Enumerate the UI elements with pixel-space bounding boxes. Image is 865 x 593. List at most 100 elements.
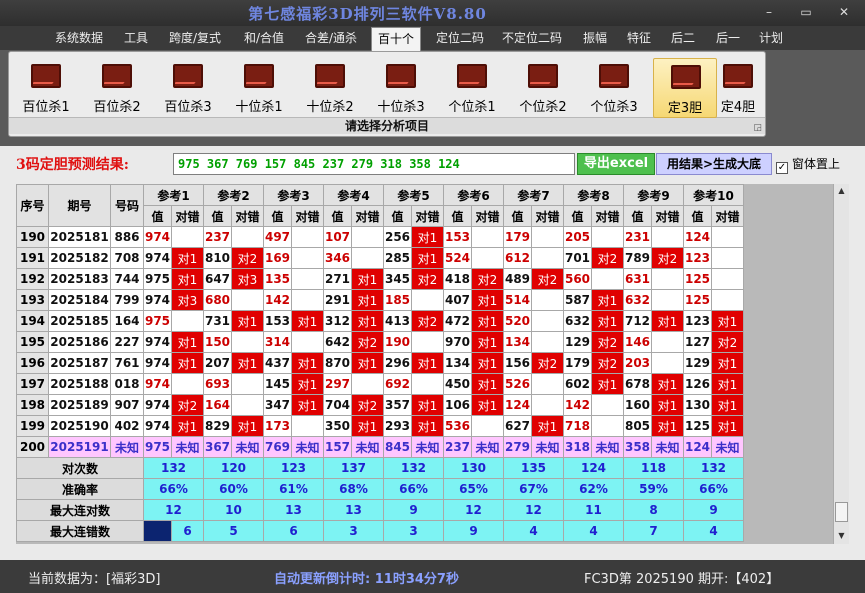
generate-base-button[interactable]: 用结果>生成大底 (656, 153, 772, 175)
table-row[interactable]: 192 2025183 744 975 对1 647 对3 135 271 对1 345 对2 418 对… (16, 268, 744, 290)
reference-result: 对1 (711, 310, 744, 332)
export-excel-button[interactable]: 导出excel (577, 153, 655, 175)
row-index: 197 (16, 373, 49, 395)
row-index: 199 (16, 415, 49, 437)
stats-value: 11 (563, 499, 624, 521)
reference-value: 130 (683, 394, 712, 416)
close-button[interactable]: ✕ (836, 6, 852, 18)
ribbon-button-1[interactable]: 百位杀1 (14, 58, 78, 118)
ribbon-button-11[interactable]: 定4胆 (712, 58, 764, 118)
reference-result: 对2 (411, 310, 444, 332)
reference-value: 437 (263, 352, 292, 374)
reference-value: 870 (323, 352, 352, 374)
table-row[interactable]: 194 2025185 164 975 731 对1 153 对1 312 对1 413 对2 472 对… (16, 310, 744, 332)
menu-item-1[interactable]: 系统数据 (54, 29, 104, 49)
stats-label: 对次数 (16, 457, 144, 479)
reference-value: 124 (683, 436, 712, 458)
reference-result: 未知 (411, 436, 444, 458)
menu-item-5[interactable]: 合差/通杀 (302, 29, 360, 49)
ribbon-button-6[interactable]: 十位杀3 (369, 58, 433, 118)
reference-value: 164 (203, 394, 232, 416)
menu-item-6[interactable]: 百十个 (371, 27, 421, 51)
reference-result: 对1 (411, 394, 444, 416)
menu-item-7[interactable]: 定位二码 (432, 29, 488, 49)
latest-draw-status: FC3D第 2025190 期开:【402】 (584, 572, 780, 587)
chart-icon (723, 64, 753, 88)
reference-result (291, 247, 324, 269)
scroll-up-icon[interactable]: ▲ (834, 184, 849, 198)
topmost-label: 窗体置上 (792, 157, 841, 171)
menu-item-4[interactable]: 和/合值 (240, 29, 288, 49)
reference-result: 对1 (411, 352, 444, 374)
scroll-down-icon[interactable]: ▼ (834, 529, 849, 543)
ribbon-button-3[interactable]: 百位杀3 (156, 58, 220, 118)
reference-result: 对2 (411, 268, 444, 290)
reference-value: 207 (203, 352, 232, 374)
menu-item-13[interactable]: 计划 (757, 29, 785, 49)
maximize-button[interactable]: ▭ (798, 6, 814, 18)
table-row-unknown[interactable]: 200 2025191 未知 975 未知 367 未知 769 未知 157 未知 845 未知 237… (16, 436, 744, 458)
menu-item-2[interactable]: 工具 (122, 29, 150, 49)
ribbon-button-5[interactable]: 十位杀2 (298, 58, 362, 118)
reference-value: 190 (383, 331, 412, 353)
reference-value: 974 (143, 331, 172, 353)
menu-item-10[interactable]: 特征 (624, 29, 654, 49)
ribbon-button-4[interactable]: 十位杀1 (227, 58, 291, 118)
reference-result: 对2 (171, 394, 204, 416)
header-reference-1: 参考1 (143, 184, 204, 206)
reference-value: 975 (143, 310, 172, 332)
table-row[interactable]: 199 2025190 402 974 对1 829 对1 173 350 对1 293 对1 536 6… (16, 415, 744, 437)
ribbon-button-9[interactable]: 个位杀3 (582, 58, 646, 118)
scrollbar-thumb[interactable] (835, 502, 848, 522)
stats-value: 13 (263, 499, 324, 521)
header-result: 对错 (471, 205, 504, 227)
chart-icon (315, 64, 345, 88)
reference-result (711, 268, 744, 290)
ribbon-button-10[interactable]: 定3胆 (653, 58, 717, 118)
reference-value: 160 (623, 394, 652, 416)
reference-value: 124 (503, 394, 532, 416)
reference-result: 对2 (231, 247, 264, 269)
ribbon-button-8[interactable]: 个位杀2 (511, 58, 575, 118)
dialog-launcher-icon[interactable]: ◲ (753, 123, 762, 133)
reference-value: 346 (323, 247, 352, 269)
reference-value: 367 (203, 436, 232, 458)
reference-result (171, 373, 204, 395)
chart-icon (528, 64, 558, 88)
reference-value: 296 (383, 352, 412, 374)
reference-result: 对1 (231, 415, 264, 437)
reference-value: 285 (383, 247, 412, 269)
table-row[interactable]: 196 2025187 761 974 对1 207 对1 437 对1 870 对1 296 对1 13… (16, 352, 744, 374)
window-topmost-checkbox[interactable]: ✓ 窗体置上 (776, 155, 840, 174)
prediction-result-field[interactable]: 975 367 769 157 845 237 279 318 358 124 (173, 153, 575, 175)
vertical-scrollbar[interactable]: ▲ ▼ (833, 184, 849, 544)
row-period: 2025187 (48, 352, 111, 374)
reference-result (531, 289, 564, 311)
menu-item-9[interactable]: 振幅 (580, 29, 610, 49)
reference-value: 975 (143, 268, 172, 290)
menu-item-12[interactable]: 后一 (713, 29, 743, 49)
minimize-button[interactable]: – (761, 6, 777, 18)
ribbon-button-label: 定4胆 (720, 100, 756, 115)
reference-value: 680 (203, 289, 232, 311)
menu-item-3[interactable]: 跨度/复式 (166, 29, 224, 49)
reference-value: 314 (263, 331, 292, 353)
table-row[interactable]: 190 2025181 886 974 237 497 107 256 对1 153 179 205 2… (16, 226, 744, 248)
header-reference-7: 参考7 (503, 184, 564, 206)
table-row[interactable]: 193 2025184 799 974 对3 680 142 291 对1 185 407 对1 514… (16, 289, 744, 311)
table-row[interactable]: 198 2025189 907 974 对2 164 347 对1 704 对2 357 对1 106 对… (16, 394, 744, 416)
reference-value: 520 (503, 310, 532, 332)
reference-result (471, 226, 504, 248)
chart-icon (457, 64, 487, 88)
header-result: 对错 (171, 205, 204, 227)
menu-item-11[interactable]: 后二 (668, 29, 698, 49)
header-result: 对错 (411, 205, 444, 227)
ribbon-button-2[interactable]: 百位杀2 (85, 58, 149, 118)
table-row[interactable]: 191 2025182 708 974 对1 810 对2 169 346 285 对1 524 612… (16, 247, 744, 269)
ribbon-button-7[interactable]: 个位杀1 (440, 58, 504, 118)
table-row[interactable]: 197 2025188 018 974 693 145 对1 297 692 450 对1 526 60… (16, 373, 744, 395)
menu-item-8[interactable]: 不定位二码 (498, 29, 566, 49)
table-row[interactable]: 195 2025186 227 974 对1 150 314 642 对2 190 970 对1 134… (16, 331, 744, 353)
header-result: 对错 (591, 205, 624, 227)
stats-value: 135 (503, 457, 564, 479)
